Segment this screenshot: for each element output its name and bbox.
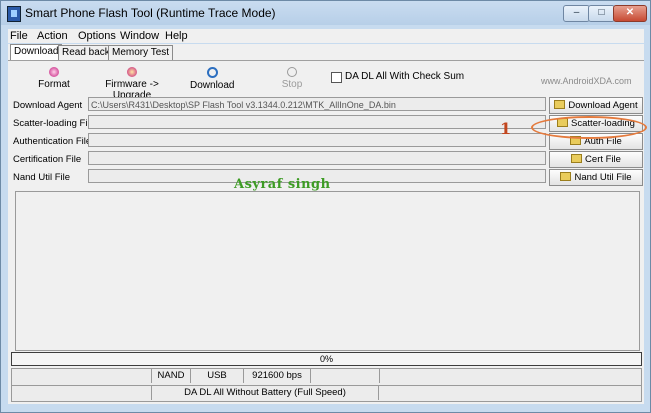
download-button[interactable]: Download: [190, 67, 234, 91]
status-bar: NAND USB 921600 bps DA DL All Without Ba…: [11, 368, 642, 402]
authentication-field[interactable]: [88, 133, 546, 147]
menu-window[interactable]: Window: [120, 30, 159, 42]
certification-field[interactable]: [88, 151, 546, 165]
download-label: Download: [190, 80, 235, 91]
folder-icon: [571, 154, 583, 163]
menu-file[interactable]: File: [10, 30, 28, 42]
certification-label: Certification File: [13, 154, 82, 165]
folder-icon: [554, 100, 566, 109]
progress-bar: 0%: [11, 352, 642, 366]
folder-icon: [560, 172, 572, 181]
close-button[interactable]: ✕: [613, 5, 647, 22]
download-icon: [206, 67, 218, 78]
stop-label: Stop: [281, 79, 303, 90]
scatter-loading-field[interactable]: [88, 115, 546, 129]
status-storage: NAND: [152, 369, 191, 383]
cert-file-button-label: Cert File: [585, 154, 621, 165]
log-area: [15, 191, 640, 351]
menu-bar: File Action Options Window Help: [8, 29, 644, 43]
status-cell-empty-2: [311, 369, 380, 383]
download-agent-button-label: Download Agent: [568, 100, 638, 111]
firmware-upgrade-button[interactable]: Firmware -> Upgrade: [94, 67, 170, 101]
overlay-text: Asyraf singh: [234, 177, 331, 192]
stop-icon: [287, 67, 297, 77]
format-label: Format: [38, 79, 70, 90]
tab-read-back[interactable]: Read back: [58, 45, 114, 60]
menu-options[interactable]: Options: [78, 30, 116, 42]
minimize-button[interactable]: –: [563, 5, 590, 22]
menu-help[interactable]: Help: [165, 30, 188, 42]
format-icon: [49, 67, 59, 77]
title-bar: Smart Phone Flash Tool (Runtime Trace Mo…: [1, 1, 650, 25]
download-agent-label: Download Agent: [13, 100, 83, 111]
annotation-number: 1: [500, 119, 512, 138]
stop-button[interactable]: Stop: [278, 67, 306, 90]
maximize-button[interactable]: □: [588, 5, 615, 22]
nand-util-button-label: Nand Util File: [574, 172, 632, 183]
watermark-text: www.AndroidXDA.com: [541, 76, 632, 86]
menu-action[interactable]: Action: [37, 30, 68, 42]
status-cell-empty-1: [12, 369, 152, 383]
status-cell-empty-3: [12, 386, 152, 400]
authentication-label: Authentication File: [13, 136, 92, 147]
window-title: Smart Phone Flash Tool (Runtime Trace Mo…: [25, 6, 276, 20]
download-agent-button[interactable]: Download Agent: [549, 97, 643, 114]
annotation-oval: [531, 116, 647, 139]
download-panel: Format Firmware -> Upgrade Download Stop…: [8, 60, 647, 404]
checksum-label: DA DL All With Check Sum: [345, 71, 465, 82]
format-button[interactable]: Format: [36, 67, 72, 90]
scatter-loading-label: Scatter-loading File: [13, 118, 95, 129]
cert-file-button[interactable]: Cert File: [549, 151, 643, 168]
firmware-icon: [127, 67, 137, 77]
tab-strip: Download Read back Memory Test: [8, 44, 644, 60]
status-baud: 921600 bps: [244, 369, 311, 383]
nand-util-button[interactable]: Nand Util File: [549, 169, 643, 186]
progress-text: 0%: [319, 354, 333, 364]
download-agent-field[interactable]: C:\Users\R431\Desktop\SP Flash Tool v3.1…: [88, 97, 546, 111]
status-port: USB: [191, 369, 244, 383]
app-icon: [7, 6, 21, 22]
nand-util-label: Nand Util File: [13, 172, 71, 183]
tab-download[interactable]: Download: [10, 44, 63, 60]
tab-memory-test[interactable]: Memory Test: [108, 45, 174, 60]
status-row-2: DA DL All Without Battery (Full Speed): [12, 385, 641, 402]
checksum-checkbox[interactable]: [331, 72, 342, 83]
app-window: Smart Phone Flash Tool (Runtime Trace Mo…: [0, 0, 651, 413]
status-mode: DA DL All Without Battery (Full Speed): [152, 386, 379, 400]
